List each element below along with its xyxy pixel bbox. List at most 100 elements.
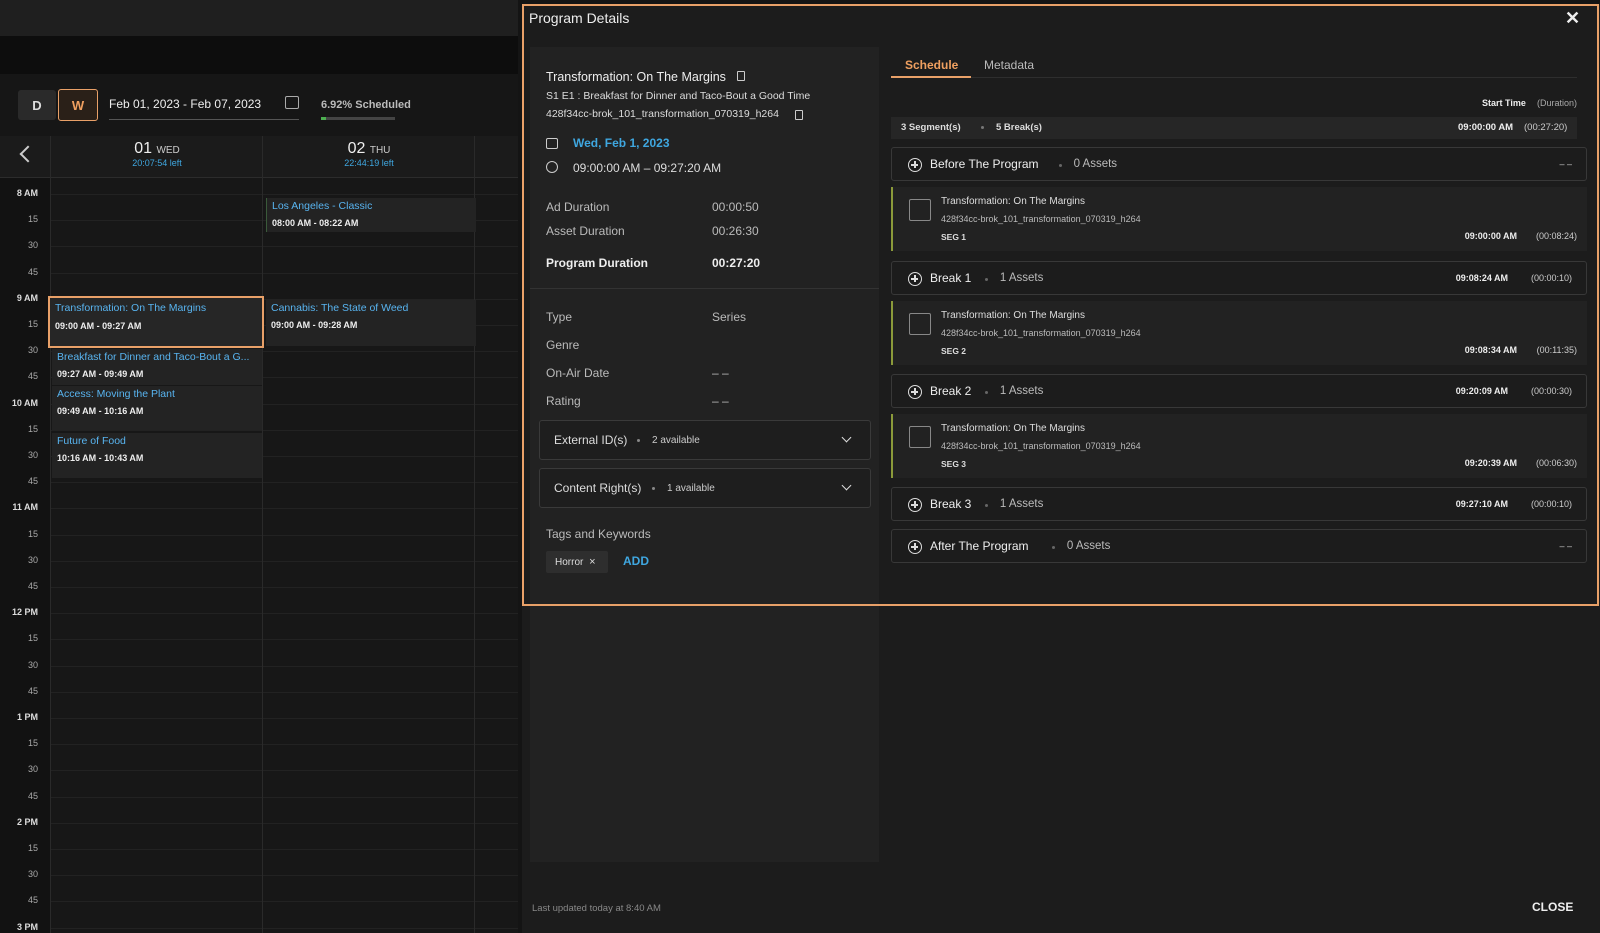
event-time: 09:00 AM - 09:27 AM: [55, 321, 142, 331]
dropdown-count: 2 available: [652, 435, 700, 446]
expand-plus-icon[interactable]: [908, 540, 922, 554]
calendar-top-bar: [0, 0, 518, 36]
asset-count: 1 Assets: [999, 498, 1044, 510]
time-label: 45: [27, 790, 38, 801]
grid-line: [50, 691, 518, 693]
segment-title: Transformation: On The Margins: [941, 196, 1085, 207]
segment-title: Transformation: On The Margins: [941, 310, 1085, 321]
break-duration: (00:00:30): [1530, 386, 1572, 396]
expand-plus-icon[interactable]: [908, 272, 922, 286]
last-updated: Last updated today at 8:40 AM: [532, 903, 661, 914]
day-weekday: THU: [369, 145, 391, 156]
day-weekday: WED: [156, 145, 180, 156]
event-cannabis[interactable]: Cannabis: The State of Weed 09:00 AM - 0…: [266, 300, 476, 346]
grid-line: [50, 744, 518, 746]
segment-row[interactable]: Transformation: On The Margins 428f34cc-b…: [891, 414, 1587, 478]
image-placeholder-icon: [909, 426, 931, 448]
external-ids-dropdown[interactable]: External ID(s) 2 available: [539, 420, 871, 460]
day-number: 02: [347, 140, 366, 157]
copy-icon[interactable]: [737, 71, 745, 81]
type-value: Series: [712, 310, 747, 324]
segment-number: SEG 3: [941, 459, 967, 469]
event-time: 08:00 AM - 08:22 AM: [272, 218, 359, 228]
separator-dot: [984, 278, 988, 281]
calendar-icon[interactable]: [285, 96, 299, 109]
event-access[interactable]: Access: Moving the Plant 09:49 AM - 10:1…: [52, 386, 262, 430]
grid-line: [50, 796, 518, 798]
segment-row[interactable]: Transformation: On The Margins 428f34cc-b…: [891, 301, 1587, 365]
break-start-time: 09:08:24 AM: [1455, 273, 1508, 283]
time-label: 45: [27, 581, 38, 591]
time-label: 45: [27, 266, 38, 277]
break-name: Break 2: [930, 384, 972, 398]
event-transformation[interactable]: Transformation: On The Margins 09:00 AM …: [48, 296, 264, 348]
grid-line: [50, 508, 518, 510]
event-future-of-food[interactable]: Future of Food 10:16 AM - 10:43 AM: [52, 433, 262, 478]
summary-duration: (00:27:20): [1524, 122, 1568, 133]
tab-metadata[interactable]: Metadata: [984, 58, 1034, 72]
time-label: 10 AM: [11, 397, 38, 408]
week-view-button[interactable]: W: [58, 89, 98, 121]
break-count: 5 Break(s): [996, 122, 1042, 133]
separator-dot: [652, 487, 655, 490]
content-rights-dropdown[interactable]: Content Right(s) 1 available: [539, 468, 871, 508]
time-label: 30: [27, 450, 38, 460]
duration-header: (Duration): [1537, 98, 1578, 108]
time-label: 45: [27, 476, 38, 487]
break-row[interactable]: Break 2 1 Assets 09:20:09 AM (00:00:30): [891, 374, 1587, 408]
dropdown-label: External ID(s): [554, 433, 628, 447]
scheduled-progress-track: [321, 117, 395, 120]
break-row[interactable]: Break 3 1 Assets 09:27:10 AM (00:00:10): [891, 487, 1587, 521]
time-label: 15: [27, 843, 38, 853]
add-tag-button[interactable]: ADD: [623, 554, 649, 568]
date-range-field[interactable]: Feb 01, 2023 - Feb 07, 2023: [109, 97, 261, 111]
program-episode: S1 E1 : Breakfast for Dinner and Taco-Bo…: [546, 90, 811, 102]
event-title: Transformation: On The Margins: [55, 302, 207, 314]
segment-duration: (00:06:30): [1535, 458, 1577, 468]
program-duration-value: 00:27:20: [712, 256, 761, 270]
break-row[interactable]: Before The Program 0 Assets – –: [891, 147, 1587, 181]
image-placeholder-icon: [909, 313, 931, 335]
segment-number: SEG 1: [941, 232, 967, 242]
time-label: 15: [27, 738, 38, 749]
event-title: Future of Food: [57, 435, 126, 447]
grid-line: [50, 718, 518, 719]
event-los-angeles[interactable]: Los Angeles - Classic 08:00 AM - 08:22 A…: [266, 198, 476, 232]
calendar-grid: [50, 178, 518, 933]
program-asset-id: 428f34cc-brok_101_transformation_070319_…: [546, 108, 779, 120]
remove-tag-icon[interactable]: ×: [589, 556, 595, 568]
time-label: 15: [27, 633, 38, 644]
segment-row[interactable]: Transformation: On The Margins 428f34cc-b…: [891, 187, 1587, 251]
grid-line: [50, 246, 518, 248]
genre-label: Genre: [546, 338, 580, 352]
asset-count: 1 Assets: [999, 385, 1044, 397]
close-icon[interactable]: ✕: [1565, 8, 1580, 29]
time-label: 8 AM: [16, 188, 38, 198]
break-row[interactable]: After The Program 0 Assets – –: [891, 529, 1587, 563]
grid-line: [50, 822, 518, 824]
grid-line: [50, 849, 518, 850]
day-number: 01: [134, 140, 152, 157]
divider: [530, 288, 879, 289]
grid-line: [50, 194, 518, 195]
expand-plus-icon[interactable]: [908, 385, 922, 399]
expand-plus-icon[interactable]: [908, 498, 922, 512]
calendar-toolbar-strip: [0, 36, 518, 74]
event-breakfast[interactable]: Breakfast for Dinner and Taco-Bout a G..…: [52, 349, 262, 385]
break-duration: – –: [1559, 541, 1572, 551]
event-title: Breakfast for Dinner and Taco-Bout a G..…: [57, 351, 250, 363]
day-time-left: 22:44:19 left: [344, 158, 394, 168]
event-time: 09:49 AM - 10:16 AM: [57, 406, 144, 416]
segment-asset-id: 428f34cc-brok_101_transformation_070319_…: [941, 441, 1141, 451]
day-header-thu: 02 THU 22:44:19 left: [264, 140, 474, 168]
modal-title: Program Details: [529, 10, 630, 26]
close-button[interactable]: CLOSE: [1532, 900, 1573, 914]
event-time: 09:00 AM - 09:28 AM: [271, 320, 358, 330]
break-row[interactable]: Break 1 1 Assets 09:08:24 AM (00:00:10): [891, 261, 1587, 295]
tab-schedule[interactable]: Schedule: [905, 58, 958, 72]
segment-asset-id: 428f34cc-brok_101_transformation_070319_…: [941, 214, 1141, 224]
copy-icon[interactable]: [795, 110, 803, 120]
segment-title: Transformation: On The Margins: [941, 423, 1085, 434]
expand-plus-icon[interactable]: [908, 158, 922, 172]
day-view-button[interactable]: D: [18, 90, 56, 120]
